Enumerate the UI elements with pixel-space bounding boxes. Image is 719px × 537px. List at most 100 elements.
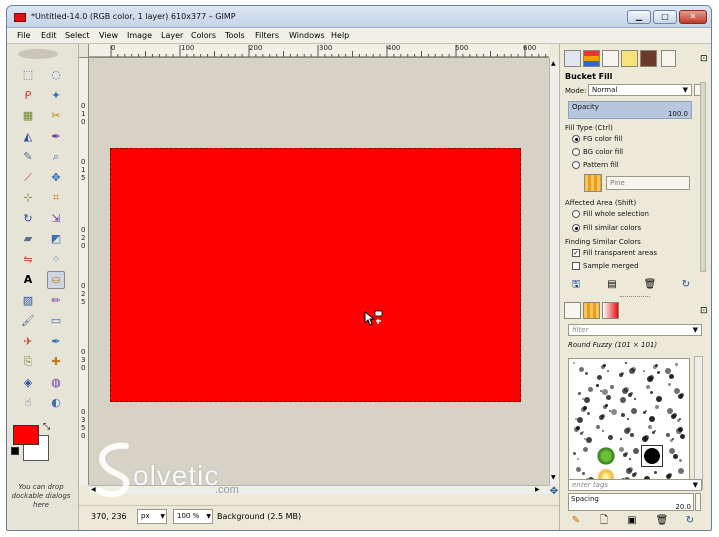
tool-shear-icon[interactable]: ▰ bbox=[19, 230, 37, 248]
tool-color-picker-icon[interactable]: ✎ bbox=[19, 148, 37, 166]
maximize-button[interactable]: □ bbox=[653, 10, 677, 24]
menu-select[interactable]: Select bbox=[65, 31, 90, 40]
tool-move-icon[interactable]: ✥ bbox=[47, 169, 65, 187]
tool-flip-icon[interactable]: ⇋ bbox=[19, 251, 37, 269]
tool-pencil-icon[interactable]: ✏ bbox=[47, 292, 65, 310]
dock-configure-icon[interactable]: ⊡ bbox=[700, 54, 708, 64]
affected-similar-radio[interactable] bbox=[572, 224, 580, 232]
fill-bg-radio[interactable] bbox=[572, 148, 580, 156]
fill-transparent-checkbox[interactable]: ✓ bbox=[572, 249, 580, 257]
fill-pattern-radio[interactable] bbox=[572, 161, 580, 169]
menu-file[interactable]: File bbox=[17, 31, 30, 40]
tool-ink-icon[interactable]: ✒ bbox=[47, 333, 65, 351]
brush-thumbnail[interactable] bbox=[641, 445, 663, 467]
tool-fuzzy-select-icon[interactable]: ✦ bbox=[47, 87, 65, 105]
tool-cage-icon[interactable]: ⁘ bbox=[47, 251, 65, 269]
brush-thumbnail[interactable] bbox=[619, 446, 639, 466]
unit-selector[interactable]: px ▼ bbox=[137, 509, 167, 524]
brush-thumbnail[interactable] bbox=[596, 362, 616, 382]
brush-thumbnail[interactable] bbox=[619, 425, 639, 445]
restore-options-icon[interactable]: ▤ bbox=[604, 278, 620, 292]
brush-thumbnail[interactable] bbox=[665, 362, 685, 382]
delete-options-icon[interactable]: 🗑 bbox=[642, 278, 658, 292]
default-colors-icon[interactable] bbox=[11, 447, 19, 455]
brush-thumbnail[interactable] bbox=[573, 446, 593, 466]
brush-thumbnail[interactable] bbox=[619, 404, 639, 424]
tool-select-by-color-icon[interactable]: ▦ bbox=[19, 107, 37, 125]
brush-thumbnail[interactable] bbox=[573, 404, 593, 424]
swap-colors-icon[interactable]: ⤡ bbox=[43, 422, 50, 432]
affected-whole-radio[interactable] bbox=[572, 210, 580, 218]
tool-clone-icon[interactable]: ⎘ bbox=[19, 353, 37, 371]
refresh-brushes-icon[interactable]: ↻ bbox=[682, 514, 698, 528]
image-layer-background[interactable] bbox=[110, 148, 521, 402]
brush-thumbnail[interactable] bbox=[573, 425, 593, 445]
tool-scale-icon[interactable]: ⇲ bbox=[47, 210, 65, 228]
tool-blur-icon[interactable]: ◍ bbox=[47, 374, 65, 392]
zoom-selector[interactable]: 100 % ▼ bbox=[173, 509, 213, 524]
menu-windows[interactable]: Windows bbox=[289, 31, 325, 40]
brush-thumbnail[interactable] bbox=[596, 404, 617, 424]
tab-device-status[interactable] bbox=[583, 50, 600, 67]
vertical-ruler[interactable]: 0100150200250300350 bbox=[79, 58, 89, 485]
tab-tool-options[interactable] bbox=[564, 50, 581, 67]
brush-thumbnail[interactable] bbox=[596, 446, 616, 466]
brush-thumbnail[interactable] bbox=[642, 425, 662, 445]
tool-options-scrollbar[interactable] bbox=[700, 82, 706, 272]
tool-ellipse-select-icon[interactable]: ◌ bbox=[47, 66, 65, 84]
tool-bucket-fill-icon[interactable]: ⛀ bbox=[47, 271, 65, 289]
tool-perspective-icon[interactable]: ◩ bbox=[47, 230, 65, 248]
tool-scissors-icon[interactable]: ✂ bbox=[47, 107, 65, 125]
duplicate-brush-icon[interactable]: ▣ bbox=[624, 514, 640, 528]
brush-thumbnail[interactable] bbox=[642, 404, 662, 424]
mode-select[interactable]: Normal ▼ bbox=[588, 84, 692, 96]
delete-brush-icon[interactable]: 🗑 bbox=[654, 514, 670, 528]
new-brush-icon[interactable]: 🗋 bbox=[596, 514, 612, 528]
tab-brushes-view[interactable] bbox=[564, 302, 581, 319]
save-options-icon[interactable]: 🖫 bbox=[568, 278, 584, 292]
tab-images[interactable] bbox=[640, 50, 657, 67]
tool-paths-icon[interactable]: ✒ bbox=[47, 128, 65, 146]
tool-free-select-icon[interactable]: ᑭ bbox=[19, 87, 37, 105]
tool-crop-icon[interactable]: ⌗ bbox=[47, 189, 65, 207]
tool-blend-icon[interactable]: ▨ bbox=[19, 292, 37, 310]
tab-brushes[interactable] bbox=[621, 50, 638, 67]
edit-brush-icon[interactable]: ✎ bbox=[568, 514, 584, 528]
tool-eraser-icon[interactable]: ▭ bbox=[47, 312, 65, 330]
sample-merged-checkbox[interactable] bbox=[572, 262, 580, 270]
tool-dodge-burn-icon[interactable]: ◐ bbox=[47, 394, 65, 412]
pattern-name-field[interactable]: Pine bbox=[606, 176, 690, 190]
dock-separator[interactable] bbox=[620, 296, 650, 298]
brush-thumbnail[interactable] bbox=[619, 362, 639, 382]
brush-grid-scrollbar[interactable] bbox=[694, 356, 703, 490]
tab-gradients[interactable] bbox=[602, 302, 619, 319]
tool-text-icon[interactable]: A bbox=[19, 271, 37, 289]
brush-filter-field[interactable]: filter ▼ bbox=[568, 324, 702, 336]
brush-thumbnail[interactable] bbox=[573, 383, 593, 403]
tool-zoom-icon[interactable]: ⌕ bbox=[47, 148, 65, 166]
tab-patterns[interactable] bbox=[583, 302, 600, 319]
tool-heal-icon[interactable]: ✚ bbox=[47, 353, 65, 371]
brush-thumbnail[interactable] bbox=[665, 404, 685, 424]
brush-thumbnail[interactable] bbox=[665, 383, 685, 403]
tool-airbrush-icon[interactable]: ✈ bbox=[19, 333, 37, 351]
spacing-spinner[interactable] bbox=[695, 493, 701, 511]
brush-thumbnail[interactable] bbox=[596, 425, 616, 445]
opacity-slider[interactable]: Opacity 100.0 bbox=[568, 101, 692, 119]
tool-smudge-icon[interactable]: ☝ bbox=[19, 394, 37, 412]
tab-undo-history[interactable] bbox=[602, 50, 619, 67]
tool-paintbrush-icon[interactable]: 🖌 bbox=[19, 312, 37, 330]
tool-foreground-select-icon[interactable]: ◭ bbox=[19, 128, 37, 146]
menu-colors[interactable]: Colors bbox=[191, 31, 216, 40]
brush-thumbnail[interactable] bbox=[619, 383, 639, 403]
menu-layer[interactable]: Layer bbox=[161, 31, 183, 40]
pattern-preview[interactable] bbox=[584, 174, 602, 192]
vertical-scrollbar[interactable]: ▲ ▼ bbox=[549, 58, 559, 485]
menu-filters[interactable]: Filters bbox=[255, 31, 279, 40]
tool-measure-icon[interactable]: ⟋ bbox=[19, 169, 37, 187]
tool-perspective-clone-icon[interactable]: ◈ bbox=[19, 374, 37, 392]
menu-edit[interactable]: Edit bbox=[41, 31, 57, 40]
menu-help[interactable]: Help bbox=[331, 31, 349, 40]
dock-configure-icon[interactable]: ⊡ bbox=[700, 306, 708, 316]
minimize-button[interactable]: ▁ bbox=[627, 10, 651, 24]
